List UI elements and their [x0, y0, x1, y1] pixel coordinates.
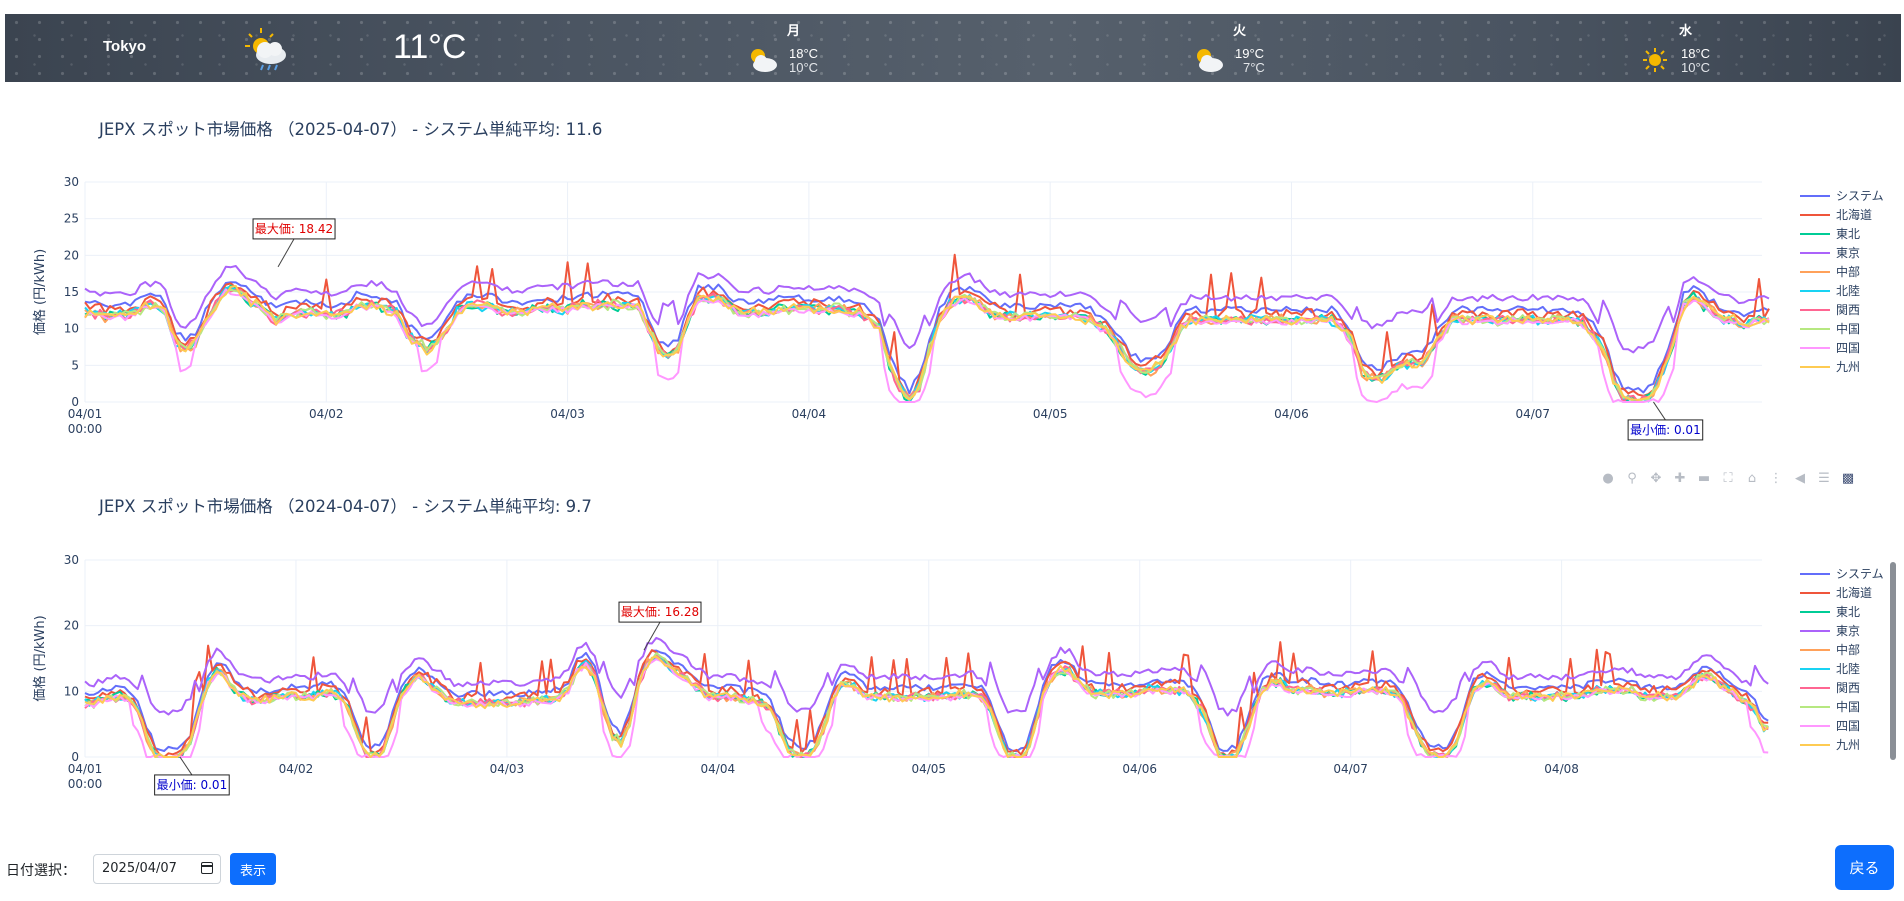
x-tick-label: 04/01	[68, 407, 103, 421]
series-line-4	[84, 636, 1769, 717]
cloud-rain-sun-icon	[245, 28, 286, 71]
annotation-label: 最大価: 16.28	[621, 605, 699, 619]
partly-cloudy-icon	[1197, 49, 1223, 72]
forecast-high: 18°C	[789, 46, 819, 61]
forecast-high: 18°C	[1681, 46, 1711, 61]
x-tick-label: 04/03	[550, 407, 585, 421]
y-tick-label: 10	[64, 684, 79, 698]
legend-label: 中国	[1836, 321, 1860, 336]
series-line-4	[84, 265, 1770, 354]
y-tick-label: 25	[64, 212, 79, 226]
weather-city: Tokyo	[103, 38, 147, 55]
legend-label: 九州	[1836, 360, 1860, 374]
date-input-value: 2025/04/07	[102, 861, 177, 876]
chart-canvas[interactable]: 010203004/0100:0004/02 04/03 04/04 04/05 04/…	[0, 470, 1904, 810]
legend-label: 東京	[1836, 624, 1860, 638]
legend-scrollbar[interactable]	[1890, 562, 1896, 760]
date-select-label: 日付選択：	[6, 863, 76, 879]
series-line-3	[84, 657, 1769, 758]
x-tick-label: 04/04	[792, 407, 827, 421]
legend-label: 中部	[1836, 264, 1860, 279]
y-tick-label: 30	[64, 553, 79, 567]
annotation-arrow	[643, 621, 661, 651]
price-chart-2025[interactable]: JEPX スポット市場価格 （2025-04-07） - システム単純平均: 1…	[0, 90, 1904, 455]
forecast-high: 19°C	[1235, 46, 1265, 61]
legend-label: 関西	[1836, 303, 1860, 317]
series-line-7	[84, 653, 1769, 758]
y-tick-label: 10	[64, 322, 79, 336]
forecast-low: 10°C	[789, 60, 819, 75]
annotation-label: 最小価: 0.01	[157, 778, 228, 792]
series-line-5	[84, 655, 1769, 758]
legend-label: 東京	[1836, 246, 1860, 260]
x-tick-label: 00:00	[68, 777, 103, 791]
legend-label: 中部	[1836, 642, 1860, 657]
y-tick-label: 20	[64, 248, 79, 262]
partly-cloudy-icon	[751, 49, 777, 72]
x-tick-label: 04/08	[1544, 762, 1579, 776]
back-button[interactable]: 戻る	[1835, 845, 1894, 890]
x-tick-label: 04/03	[490, 762, 525, 776]
date-input[interactable]: 2025/04/07	[93, 854, 221, 884]
series-line-10	[84, 655, 1769, 758]
legend-label: 中国	[1836, 699, 1860, 714]
forecast-day-label: 火	[1233, 23, 1247, 38]
y-tick-label: 30	[64, 175, 79, 189]
annotation-label: 最大価: 18.42	[255, 222, 333, 236]
x-tick-label: 04/01	[68, 762, 103, 776]
series-line-6	[84, 654, 1769, 758]
chart-canvas[interactable]: 05101520253004/0100:0004/02 04/03 04/04 04/…	[0, 90, 1904, 455]
forecast-day-wed: 水 18°C 10°C	[1639, 18, 1749, 80]
show-button[interactable]: 表示	[230, 853, 276, 885]
annotation-arrow	[179, 756, 193, 776]
annotation-label: 最小価: 0.01	[1630, 423, 1701, 437]
legend-label: 北陸	[1836, 662, 1860, 676]
series-line-3	[84, 284, 1770, 403]
y-tick-label: 15	[64, 285, 79, 299]
legend-label: 北海道	[1836, 207, 1872, 222]
x-tick-label: 04/04	[701, 762, 736, 776]
price-chart-2024[interactable]: JEPX スポット市場価格 （2024-04-07） - システム単純平均: 9…	[0, 470, 1904, 810]
forecast-day-tue: 火 19°C 7°C	[1193, 18, 1303, 80]
legend-label: 九州	[1836, 738, 1860, 752]
x-tick-label: 04/06	[1122, 762, 1157, 776]
series-line-8	[84, 652, 1769, 758]
forecast-low: 10°C	[1681, 60, 1711, 75]
legend-label: システム	[1836, 567, 1884, 581]
forecast-day-mon: 月 18°C 10°C	[747, 18, 857, 80]
calendar-icon[interactable]	[201, 862, 213, 874]
x-tick-label: 00:00	[68, 422, 103, 436]
x-tick-label: 04/02	[309, 407, 344, 421]
x-tick-label: 04/07	[1515, 407, 1550, 421]
x-tick-label: 04/05	[911, 762, 946, 776]
legend-label: 北海道	[1836, 585, 1872, 600]
legend-label: システム	[1836, 189, 1884, 203]
y-tick-label: 20	[64, 619, 79, 633]
x-tick-label: 04/05	[1033, 407, 1068, 421]
y-axis-label: 価格 (円/kWh)	[32, 615, 48, 701]
legend-label: 東北	[1836, 227, 1860, 241]
y-axis-label: 価格 (円/kWh)	[32, 249, 48, 335]
legend-label: 東北	[1836, 605, 1860, 619]
annotation-arrow	[1653, 401, 1666, 421]
x-tick-label: 04/06	[1274, 407, 1309, 421]
annotation-arrow	[277, 238, 295, 268]
forecast-day-label: 水	[1679, 23, 1693, 38]
sun-icon	[1643, 48, 1667, 72]
weather-banner: Tokyo 11°C 月 18°C 10°C 火 19°C 7°C 水 18°C…	[5, 14, 1901, 82]
legend-label: 関西	[1836, 681, 1860, 695]
y-tick-label: 5	[71, 358, 79, 372]
forecast-day-label: 月	[787, 23, 801, 38]
legend-label: 四国	[1836, 719, 1860, 733]
x-tick-label: 04/07	[1333, 762, 1368, 776]
current-temperature: 11°C	[393, 28, 467, 66]
x-tick-label: 04/02	[279, 762, 314, 776]
legend-label: 四国	[1836, 341, 1860, 355]
series-line-9	[84, 658, 1769, 758]
legend-label: 北陸	[1836, 284, 1860, 298]
forecast-low: 7°C	[1243, 60, 1265, 75]
